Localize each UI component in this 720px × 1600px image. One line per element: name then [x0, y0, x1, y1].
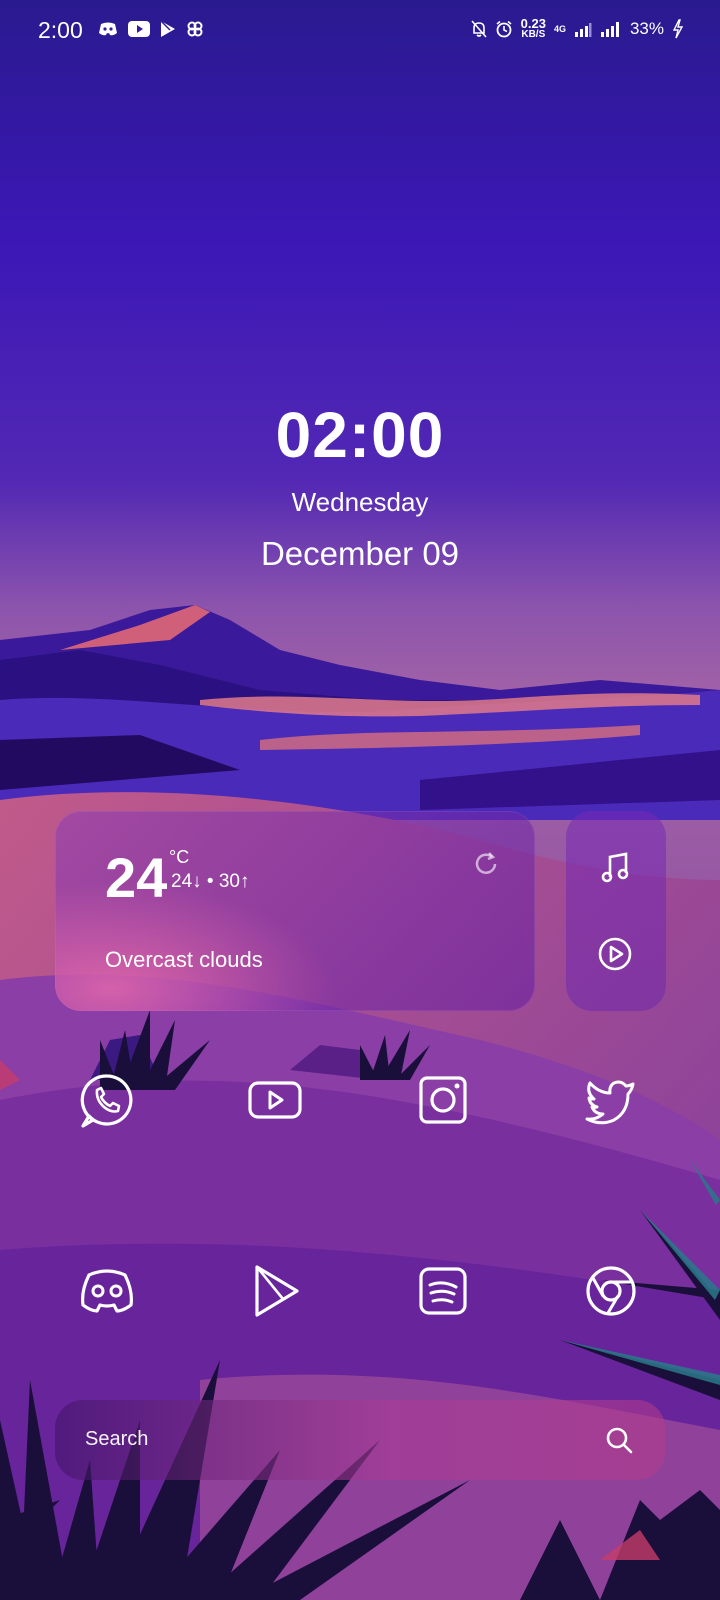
app-twitter[interactable]: [579, 1068, 643, 1132]
app-spotify[interactable]: [411, 1259, 475, 1323]
discord-icon: [81, 1269, 133, 1313]
search-icon[interactable]: [603, 1424, 635, 1456]
signal-icon: [600, 22, 619, 37]
notification-icons: [98, 20, 204, 38]
app-youtube[interactable]: [243, 1068, 307, 1132]
search-bar[interactable]: Search: [55, 1400, 665, 1480]
refresh-icon[interactable]: [471, 849, 501, 879]
youtube-icon: [128, 21, 150, 37]
alarm-icon: [496, 20, 512, 38]
weather-description: Overcast clouds: [105, 947, 263, 972]
status-time: 2:00: [38, 17, 83, 43]
search-placeholder[interactable]: Search: [85, 1428, 148, 1451]
battery-charging-icon: [672, 19, 684, 39]
weather-unit: °C: [169, 847, 190, 867]
weather-temperature: 24: [105, 846, 168, 909]
music-note-icon[interactable]: [598, 849, 634, 885]
clock-date[interactable]: December 09: [0, 535, 720, 573]
weather-range: 24↓ • 30↑: [171, 871, 250, 892]
data-speed: 0.23 KB/S: [520, 16, 546, 40]
whatsapp-icon: [80, 1074, 133, 1128]
play-circle-icon[interactable]: [596, 935, 634, 973]
network-type-label: 4G: [553, 24, 566, 34]
twitter-icon: [585, 1080, 635, 1125]
speed-value: 0.23: [520, 16, 546, 31]
instagram-icon: [419, 1076, 467, 1124]
speed-unit: KB/S: [521, 29, 546, 40]
app-instagram[interactable]: [411, 1068, 475, 1132]
youtube-icon: [248, 1081, 302, 1119]
4g-signal-icon: [574, 23, 592, 37]
play-store-icon: [160, 20, 175, 37]
spotify-icon: [419, 1267, 467, 1315]
mute-bell-icon: [471, 20, 487, 38]
weather-widget[interactable]: 24 °C 24↓ • 30↑ Overcast clouds: [55, 811, 535, 1011]
system-status-icons: 0.23 KB/S 4G 33%: [471, 16, 684, 40]
wallpaper: [0, 0, 720, 1600]
chrome-icon: [586, 1266, 636, 1316]
discord-icon: [99, 22, 117, 36]
play-store-icon: [255, 1265, 299, 1317]
app-play-store[interactable]: [243, 1259, 307, 1323]
app-chrome[interactable]: [579, 1259, 643, 1323]
clock-time[interactable]: 02:00: [0, 398, 720, 472]
status-bar: 2:00 0.23 KB/S 4G 33%: [0, 0, 720, 62]
app-discord[interactable]: [75, 1259, 139, 1323]
app-whatsapp[interactable]: [75, 1068, 139, 1132]
pinwheel-icon: [187, 21, 203, 37]
clock-day: Wednesday: [291, 487, 429, 517]
battery-percentage: 33%: [629, 19, 664, 38]
music-widget[interactable]: [566, 811, 666, 1011]
